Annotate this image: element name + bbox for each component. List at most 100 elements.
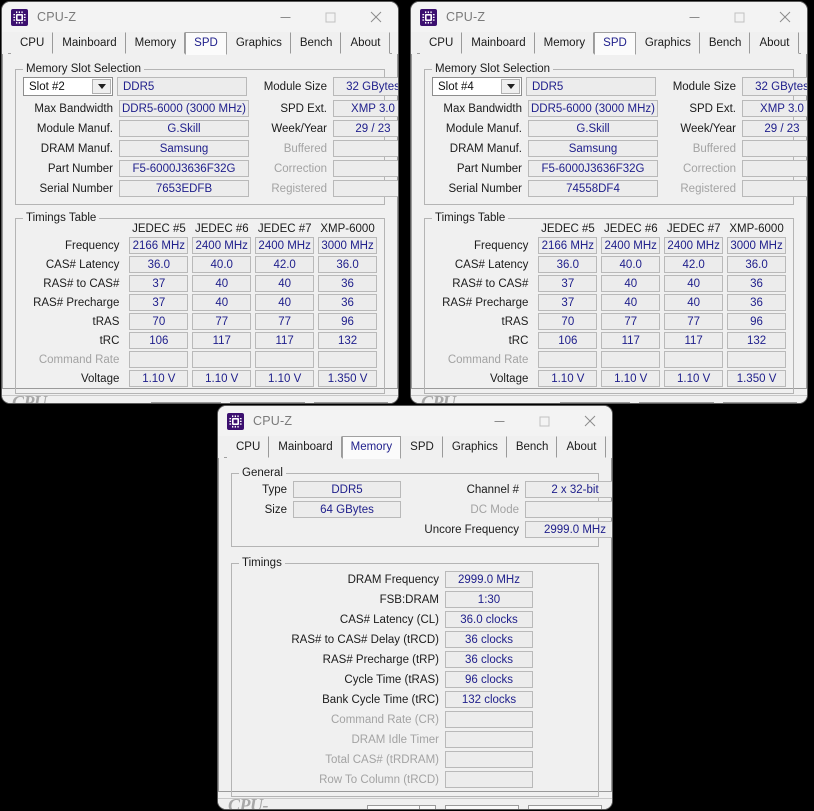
field-label: Row To Column (tRCD) xyxy=(319,773,439,786)
slot-select[interactable]: Slot #4 xyxy=(432,77,522,96)
cell: 37 xyxy=(538,275,598,292)
titlebar[interactable]: CPU-Z xyxy=(218,406,612,436)
cell: 40 xyxy=(192,275,252,292)
field-label: SPD Ext. xyxy=(280,102,327,115)
tab-graphics[interactable]: Graphics xyxy=(635,32,700,54)
tab-mainboard[interactable]: Mainboard xyxy=(269,436,342,458)
tab-about[interactable]: About xyxy=(341,32,390,54)
tab-about[interactable]: About xyxy=(557,436,606,458)
tab-graphics[interactable]: Graphics xyxy=(226,32,291,54)
cpuz-window-memory[interactable]: CPU-Z CPU Mainboard Memory SPD Graphics … xyxy=(218,406,612,809)
validate-button[interactable]: Validate xyxy=(445,805,520,809)
cell: 36.0 xyxy=(129,256,189,273)
chevron-down-icon[interactable] xyxy=(501,79,520,94)
tools-dropdown-button[interactable] xyxy=(418,805,437,809)
tools-button[interactable]: Tools xyxy=(560,402,613,403)
field-label: Part Number xyxy=(47,162,113,175)
tab-bar[interactable]: CPU Mainboard Memory SPD Graphics Bench … xyxy=(2,32,398,55)
cell: 2166 MHz xyxy=(538,237,598,254)
dram-manuf-field: Samsung xyxy=(528,140,658,157)
tools-button[interactable]: Tools xyxy=(366,805,419,809)
cell: 1.350 V xyxy=(727,370,786,387)
tab-bench[interactable]: Bench xyxy=(290,32,342,54)
tab-bar[interactable]: CPU Mainboard Memory SPD Graphics Bench … xyxy=(218,436,612,459)
cell: 106 xyxy=(129,332,189,349)
cpuz-window-spd-slot4[interactable]: CPU-Z CPU Mainboard Memory SPD Graphics … xyxy=(411,2,807,403)
cell: 2400 MHz xyxy=(664,237,724,254)
chevron-down-icon[interactable] xyxy=(92,79,111,94)
minimize-icon[interactable] xyxy=(672,2,717,32)
table-row: Frequency 2166 MHz 2400 MHz 2400 MHz 3000 MH… xyxy=(432,237,786,254)
close-button[interactable]: Close xyxy=(528,805,603,809)
maximize-icon[interactable] xyxy=(522,406,567,436)
close-icon[interactable] xyxy=(567,406,612,436)
cell: 2400 MHz xyxy=(255,237,315,254)
tab-bench[interactable]: Bench xyxy=(699,32,751,54)
tab-bench[interactable]: Bench xyxy=(506,436,558,458)
minimize-icon[interactable] xyxy=(263,2,308,32)
timings-group: Timings DRAM Frequency 2999.0 MHz FSB:DRA… xyxy=(231,557,599,797)
close-icon[interactable] xyxy=(762,2,807,32)
cell: 42.0 xyxy=(255,256,315,273)
tab-bar[interactable]: CPU Mainboard Memory SPD Graphics Bench … xyxy=(411,32,807,55)
titlebar[interactable]: CPU-Z xyxy=(2,2,398,32)
group-title: Memory Slot Selection xyxy=(432,63,554,75)
tab-spd[interactable]: SPD xyxy=(185,32,227,55)
maximize-icon[interactable] xyxy=(717,2,762,32)
cas-latency-field: 36.0 clocks xyxy=(445,611,533,628)
tab-panel-spd: Memory Slot Selection Slot #2 DDR5 Max B… xyxy=(2,54,398,395)
cell: 132 xyxy=(727,332,786,349)
cell: 1.10 V xyxy=(255,370,315,387)
tab-graphics[interactable]: Graphics xyxy=(442,436,507,458)
tools-button[interactable]: Tools xyxy=(151,402,204,403)
cell: 40.0 xyxy=(192,256,252,273)
cell: 1.10 V xyxy=(601,370,661,387)
cpuz-window-spd-slot2[interactable]: CPU-Z CPU Mainboard Memory SPD Graphics … xyxy=(2,2,398,403)
tab-memory[interactable]: Memory xyxy=(534,32,595,54)
tab-cpu[interactable]: CPU xyxy=(420,32,463,54)
tab-cpu[interactable]: CPU xyxy=(227,436,270,458)
tab-cpu[interactable]: CPU xyxy=(11,32,54,54)
slot-select[interactable]: Slot #2 xyxy=(23,77,113,96)
trp-field: 36 clocks xyxy=(445,651,533,668)
slot-select-value: Slot #4 xyxy=(438,80,474,93)
tools-dropdown-button[interactable] xyxy=(203,402,222,403)
field-label: FSB:DRAM xyxy=(379,593,439,606)
row-label: Command Rate xyxy=(447,353,529,366)
row-label: Frequency xyxy=(474,239,529,252)
maximize-icon[interactable] xyxy=(308,2,353,32)
tab-memory[interactable]: Memory xyxy=(341,436,402,459)
module-manuf-field: G.Skill xyxy=(528,120,658,137)
close-icon[interactable] xyxy=(353,2,398,32)
cell: 117 xyxy=(601,332,661,349)
validate-button[interactable]: Validate xyxy=(230,402,305,403)
table-row: tRAS 70 77 77 96 xyxy=(432,313,786,330)
correction-field xyxy=(333,160,398,177)
row-label: tRAS xyxy=(501,315,529,328)
titlebar[interactable]: CPU-Z xyxy=(411,2,807,32)
field-label: DRAM Manuf. xyxy=(449,142,522,155)
tab-mainboard[interactable]: Mainboard xyxy=(53,32,126,54)
row-label: RAS# to CAS# xyxy=(452,277,529,290)
cell: 3000 MHz xyxy=(318,237,377,254)
validate-button[interactable]: Validate xyxy=(639,402,714,403)
tab-about[interactable]: About xyxy=(750,32,799,54)
minimize-icon[interactable] xyxy=(477,406,522,436)
close-button[interactable]: Close xyxy=(313,402,388,403)
field-label: DC Mode xyxy=(470,503,519,516)
tools-dropdown-button[interactable] xyxy=(612,402,631,403)
field-label: Max Bandwidth xyxy=(443,102,522,115)
tab-spd[interactable]: SPD xyxy=(401,436,443,458)
group-title: General xyxy=(239,467,286,479)
field-label: Module Size xyxy=(263,80,327,93)
cell: 70 xyxy=(129,313,189,330)
cell: 40.0 xyxy=(601,256,661,273)
tab-spd[interactable]: SPD xyxy=(594,32,636,55)
timings-table-group: Timings Table JEDEC #5 JEDEC #6 JEDEC #7… xyxy=(15,212,385,394)
tab-mainboard[interactable]: Mainboard xyxy=(462,32,535,54)
cell: 36 xyxy=(727,294,786,311)
buffered-field xyxy=(742,140,807,157)
tab-memory[interactable]: Memory xyxy=(125,32,186,54)
window-controls xyxy=(672,2,807,32)
close-button[interactable]: Close xyxy=(722,402,797,403)
